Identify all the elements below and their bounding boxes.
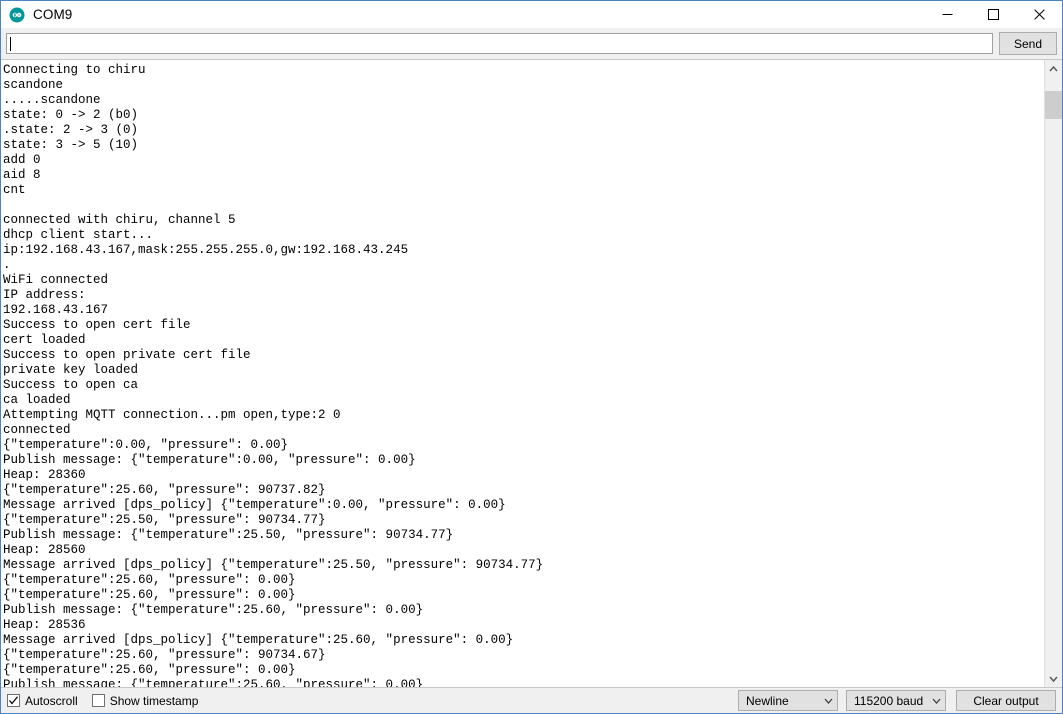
console-line: Heap: 28360 bbox=[3, 468, 86, 482]
baud-rate-value: 115200 baud bbox=[854, 693, 924, 708]
maximize-button[interactable] bbox=[970, 1, 1016, 28]
console-line: ip:192.168.43.167,mask:255.255.255.0,gw:… bbox=[3, 243, 409, 257]
title-bar: COM9 bbox=[1, 1, 1062, 28]
close-button[interactable] bbox=[1016, 1, 1062, 28]
console-line: Heap: 28560 bbox=[3, 543, 86, 557]
serial-output-log[interactable]: Connecting to chiru scandone .....scandone… bbox=[1, 60, 1044, 687]
close-icon bbox=[1033, 9, 1045, 20]
console-line: .state: 2 -> 3 (0) bbox=[3, 123, 139, 137]
console-line: Message arrived [dps_policy] {"temperatu… bbox=[3, 558, 544, 572]
console-line: connected with chiru, channel 5 bbox=[3, 213, 236, 227]
console-line: state: 0 -> 2 (b0) bbox=[3, 108, 139, 122]
console-line: cert loaded bbox=[3, 333, 86, 347]
check-icon bbox=[9, 696, 18, 705]
console-line: Success to open private cert file bbox=[3, 348, 251, 362]
console-line: {"temperature":25.60, "pressure": 0.00} bbox=[3, 663, 296, 677]
chevron-down-icon bbox=[1049, 675, 1058, 682]
console-line: {"temperature":25.50, "pressure": 90734.… bbox=[3, 513, 326, 527]
console-line: cnt bbox=[3, 183, 26, 197]
console-line: scandone bbox=[3, 78, 64, 92]
window-title: COM9 bbox=[33, 6, 73, 22]
console-line: state: 3 -> 5 (10) bbox=[3, 138, 139, 152]
scrollbar-track[interactable] bbox=[1045, 77, 1062, 670]
chevron-up-icon bbox=[1049, 65, 1058, 72]
show-timestamp-checkbox-group[interactable]: Show timestamp bbox=[91, 693, 199, 708]
console-line: Publish message: {"temperature":25.60, "… bbox=[3, 678, 424, 687]
clear-output-button[interactable]: Clear output bbox=[956, 690, 1056, 711]
send-bar: Send bbox=[1, 28, 1062, 59]
show-timestamp-checkbox[interactable] bbox=[91, 694, 105, 707]
console-line: Message arrived [dps_policy] {"temperatu… bbox=[3, 498, 506, 512]
minimize-icon bbox=[942, 14, 952, 15]
console-line: Publish message: {"temperature":25.60, "… bbox=[3, 603, 424, 617]
console-line: add 0 bbox=[3, 153, 41, 167]
console-line: {"temperature":25.60, "pressure": 0.00} bbox=[3, 588, 296, 602]
console-line: private key loaded bbox=[3, 363, 139, 377]
console-line: ca loaded bbox=[3, 393, 71, 407]
line-ending-value: Newline bbox=[746, 693, 789, 708]
line-ending-dropdown[interactable]: Newline bbox=[738, 690, 838, 711]
console-line: .....scandone bbox=[3, 93, 101, 107]
console-line: Heap: 28536 bbox=[3, 618, 86, 632]
chevron-down-icon bbox=[824, 698, 833, 704]
console-line: Publish message: {"temperature":25.50, "… bbox=[3, 528, 454, 542]
console-line: aid 8 bbox=[3, 168, 41, 182]
console-line: Success to open cert file bbox=[3, 318, 191, 332]
maximize-icon bbox=[987, 9, 999, 20]
console-line: WiFi connected bbox=[3, 273, 109, 287]
console-line: Publish message: {"temperature":0.00, "p… bbox=[3, 453, 416, 467]
minimize-button[interactable] bbox=[924, 1, 970, 28]
show-timestamp-label: Show timestamp bbox=[109, 693, 199, 708]
console-line: Success to open ca bbox=[3, 378, 139, 392]
arduino-logo-icon bbox=[9, 7, 25, 22]
console-line: dhcp client start... bbox=[3, 228, 154, 242]
serial-monitor-window: COM9 Send Connecting to chiru scandone .… bbox=[0, 0, 1063, 714]
console-line: . bbox=[3, 258, 11, 272]
console-line: {"temperature":25.60, "pressure": 90734.… bbox=[3, 648, 326, 662]
console-line: 192.168.43.167 bbox=[3, 303, 109, 317]
console-line: {"temperature":0.00, "pressure": 0.00} bbox=[3, 438, 289, 452]
scroll-up-button[interactable] bbox=[1045, 60, 1062, 77]
autoscroll-checkbox[interactable] bbox=[7, 694, 20, 707]
window-controls bbox=[924, 1, 1062, 28]
send-button[interactable]: Send bbox=[999, 32, 1057, 55]
chevron-down-icon bbox=[932, 698, 941, 704]
console-line: Message arrived [dps_policy] {"temperatu… bbox=[3, 633, 514, 647]
console-scrollbar[interactable] bbox=[1044, 60, 1062, 687]
console-line: IP address: bbox=[3, 288, 94, 302]
serial-send-input[interactable] bbox=[6, 33, 993, 54]
scrollbar-thumb[interactable] bbox=[1045, 91, 1062, 119]
console-line: {"temperature":25.60, "pressure": 90737.… bbox=[3, 483, 326, 497]
console-line: Connecting to chiru bbox=[3, 63, 146, 77]
status-bar: Autoscroll Show timestamp Newline 115200… bbox=[1, 688, 1062, 713]
console-line: connected bbox=[3, 423, 71, 437]
console-line: {"temperature":25.60, "pressure": 0.00} bbox=[3, 573, 296, 587]
console-line: Attempting MQTT connection...pm open,typ… bbox=[3, 408, 341, 422]
autoscroll-label: Autoscroll bbox=[25, 693, 78, 708]
autoscroll-checkbox-group[interactable]: Autoscroll bbox=[7, 694, 78, 708]
scroll-down-button[interactable] bbox=[1045, 670, 1062, 687]
baud-rate-dropdown[interactable]: 115200 baud bbox=[846, 690, 946, 711]
text-caret bbox=[10, 36, 11, 51]
console-area: Connecting to chiru scandone .....scandone… bbox=[1, 59, 1062, 688]
